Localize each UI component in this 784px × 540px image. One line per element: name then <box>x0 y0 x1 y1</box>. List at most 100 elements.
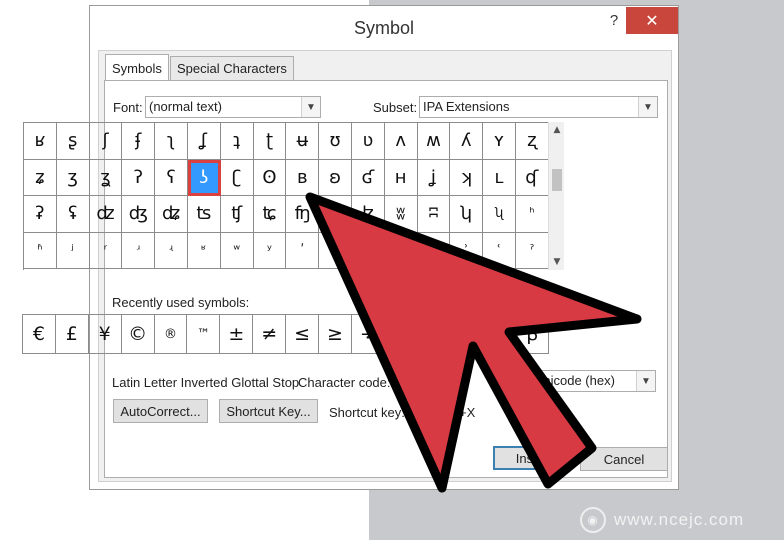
symbol-cell[interactable]: ʦ <box>187 196 221 233</box>
symbol-cell[interactable]: ʌ <box>384 123 418 160</box>
symbol-cell[interactable]: ʱ <box>24 232 57 269</box>
recent-symbol-cell[interactable]: ∞ <box>417 315 451 354</box>
symbol-cell[interactable]: ʊ <box>319 123 352 160</box>
symbol-cell[interactable]: ʻ <box>351 232 385 269</box>
symbol-cell[interactable]: ʘ <box>253 159 287 196</box>
shortcut-key-button[interactable]: Shortcut Key... <box>219 399 318 423</box>
symbol-cell[interactable]: ʆ <box>187 123 221 160</box>
symbol-cell[interactable]: ʶ <box>187 232 221 269</box>
symbol-cell[interactable]: ʡ <box>24 196 57 233</box>
recent-symbol-cell[interactable]: ≤ <box>286 315 320 354</box>
symbol-cell[interactable]: ʕ <box>155 159 188 196</box>
character-code-value[interactable]: 0296 <box>395 375 424 390</box>
recent-symbol-cell[interactable]: £ <box>55 315 89 354</box>
symbol-cell[interactable]: ʩ <box>286 196 320 233</box>
symbol-cell[interactable]: ʈ <box>253 123 287 160</box>
symbol-cell[interactable]: ʟ <box>483 159 516 196</box>
symbol-cell[interactable]: ʢ <box>56 196 90 233</box>
symbol-cell[interactable]: ʰ <box>515 196 549 233</box>
symbol-cell[interactable]: ʅ <box>155 123 188 160</box>
symbol-cell[interactable]: ʞ <box>450 159 484 196</box>
symbol-cell[interactable]: ʙ <box>286 159 320 196</box>
symbol-cell[interactable]: ʃ <box>89 123 123 160</box>
symbol-cell[interactable]: ʴ <box>122 232 156 269</box>
symbol-cell[interactable]: ʗ <box>220 159 254 196</box>
symbol-cell[interactable]: ʭ <box>417 196 451 233</box>
symbol-cell[interactable]: ʜ <box>384 159 418 196</box>
symbol-cell[interactable]: ʥ <box>155 196 188 233</box>
tab-special-characters[interactable]: Special Characters <box>170 56 294 80</box>
autocorrect-button[interactable]: AutoCorrect... <box>113 399 208 423</box>
symbol-cell[interactable]: ʐ <box>515 123 549 160</box>
chevron-down-icon[interactable]: ▼ <box>301 97 320 117</box>
symbol-cell[interactable]: ʨ <box>253 196 287 233</box>
from-select[interactable]: Unicode (hex) ▼ <box>530 370 656 392</box>
symbol-cell[interactable]: ʹ <box>286 232 320 269</box>
symbol-cell[interactable]: ʄ <box>122 123 156 160</box>
character-name: Latin Letter Inverted Glottal Stop <box>112 375 300 390</box>
recent-symbol-cell[interactable]: ™ <box>187 315 221 354</box>
symbol-cell[interactable]: ʁ <box>24 123 57 160</box>
recent-symbol-cell[interactable]: © <box>121 315 155 354</box>
symbol-cell[interactable]: ʝ <box>417 159 451 196</box>
subset-select[interactable]: IPA Extensions ▼ <box>419 96 658 118</box>
recent-symbol-cell[interactable]: µ <box>450 315 484 354</box>
symbol-cell[interactable]: ʬ <box>384 196 418 233</box>
symbol-cell[interactable]: ʾ <box>450 232 484 269</box>
scroll-thumb[interactable] <box>552 169 562 191</box>
recent-symbol-cell[interactable]: ≠ <box>253 315 287 354</box>
symbol-cell[interactable]: ʧ <box>220 196 254 233</box>
tab-symbols[interactable]: Symbols <box>105 54 169 81</box>
symbol-cell[interactable]: ˀ <box>515 232 549 269</box>
scroll-down-icon[interactable]: ▼ <box>549 254 565 270</box>
recent-symbol-cell[interactable]: β <box>516 315 550 354</box>
symbol-cell[interactable]: ʫ <box>351 196 385 233</box>
symbol-cell[interactable]: ʖ <box>187 159 221 196</box>
symbol-cell[interactable]: ʏ <box>483 123 516 160</box>
symbol-cell[interactable]: ʍ <box>417 123 451 160</box>
symbol-grid-scrollbar[interactable]: ▲ ▼ <box>548 122 564 270</box>
font-select[interactable]: (normal text) ▼ <box>145 96 321 118</box>
symbol-cell[interactable]: ʤ <box>122 196 156 233</box>
symbol-cell[interactable]: ʿ <box>483 232 516 269</box>
help-button[interactable]: ? <box>604 12 624 32</box>
recent-symbol-cell[interactable]: ÷ <box>351 315 385 354</box>
symbol-cell[interactable]: ʽ <box>417 232 451 269</box>
symbol-cell[interactable]: ʚ <box>319 159 352 196</box>
symbol-cell[interactable]: ʒ <box>56 159 90 196</box>
scroll-up-icon[interactable]: ▲ <box>549 122 565 138</box>
symbol-cell[interactable]: ʲ <box>56 232 90 269</box>
cancel-button[interactable]: Cancel <box>580 447 668 471</box>
symbol-cell[interactable]: ʪ <box>319 196 352 233</box>
symbol-cell[interactable]: ʼ <box>384 232 418 269</box>
symbol-cell[interactable]: ʛ <box>351 159 385 196</box>
recent-symbol-cell[interactable]: ¥ <box>88 315 122 354</box>
recent-symbol-cell[interactable]: α <box>483 315 517 354</box>
symbol-cell[interactable]: ʑ <box>24 159 57 196</box>
symbol-cell[interactable]: ʉ <box>286 123 320 160</box>
recent-symbol-cell[interactable]: € <box>23 315 56 354</box>
chevron-down-icon[interactable]: ▼ <box>636 371 655 391</box>
symbol-cell[interactable]: ʣ <box>89 196 123 233</box>
symbol-cell[interactable]: ʸ <box>253 232 287 269</box>
symbol-cell[interactable]: ʎ <box>450 123 484 160</box>
symbol-cell[interactable]: ʺ <box>319 232 352 269</box>
recent-symbol-cell[interactable]: ® <box>154 315 188 354</box>
recent-symbol-cell[interactable]: ± <box>220 315 254 354</box>
chevron-down-icon[interactable]: ▼ <box>638 97 657 117</box>
symbol-cell[interactable]: ʔ <box>122 159 156 196</box>
symbol-cell[interactable]: ʂ <box>56 123 90 160</box>
symbol-cell[interactable]: ʋ <box>351 123 385 160</box>
symbol-cell[interactable]: ʠ <box>515 159 549 196</box>
close-button[interactable]: ✕ <box>626 7 678 34</box>
recent-symbol-cell[interactable]: × <box>384 315 418 354</box>
insert-button[interactable]: Insert <box>493 446 571 470</box>
symbol-cell[interactable]: ʵ <box>155 232 188 269</box>
symbol-cell[interactable]: ʷ <box>220 232 254 269</box>
symbol-cell[interactable]: ʮ <box>450 196 484 233</box>
symbol-cell[interactable]: ʇ <box>220 123 254 160</box>
symbol-cell[interactable]: ʳ <box>89 232 123 269</box>
symbol-cell[interactable]: ʓ <box>89 159 123 196</box>
symbol-cell[interactable]: ʯ <box>483 196 516 233</box>
recent-symbol-cell[interactable]: ≥ <box>319 315 352 354</box>
